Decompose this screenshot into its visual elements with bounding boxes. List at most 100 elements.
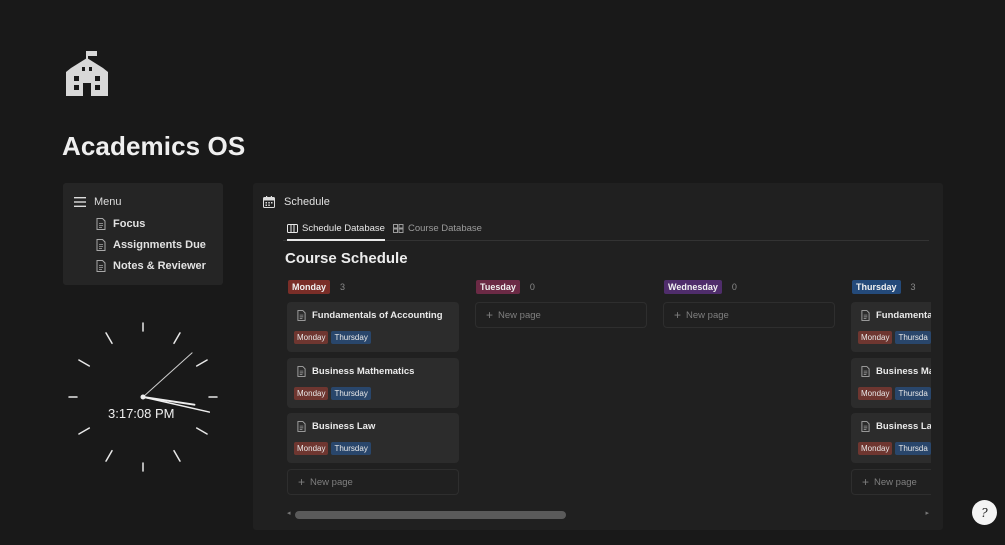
scroll-left-arrow-icon[interactable]: ◂ [287, 509, 291, 517]
column-header: Tuesday 0 [476, 279, 647, 294]
calendar-icon [263, 196, 275, 208]
new-page-label: New page [310, 476, 353, 488]
schedule-title: Schedule [284, 196, 330, 208]
menu-item-label: Assignments Due [113, 239, 206, 251]
clock-tick [78, 427, 91, 435]
new-page-button[interactable]: + New page [475, 302, 647, 328]
card-title: Business Mat [876, 366, 931, 377]
tab-schedule-database[interactable]: Schedule Database [287, 223, 385, 241]
document-icon [297, 366, 306, 377]
card-title: Business Mathematics [312, 366, 415, 377]
new-page-button[interactable]: + New page [663, 302, 835, 328]
schedule-callout: Schedule Schedule Database Course Databa… [253, 183, 943, 530]
new-page-label: New page [686, 309, 729, 321]
column-count: 0 [529, 281, 535, 292]
card-tag-monday: Monday [858, 387, 893, 400]
menu-icon [74, 197, 86, 207]
card-tag-monday: Monday [858, 331, 893, 344]
card-tag-thursday: Thursday [331, 387, 371, 400]
document-icon [297, 421, 306, 432]
board: Monday 3 Fundamentals of Accounting Mond… [285, 279, 931, 499]
menu-item-focus[interactable]: Focus [96, 218, 145, 230]
column-tag[interactable]: Wednesday [664, 279, 722, 294]
board-column-tuesday: Tuesday 0 + New page [473, 279, 647, 328]
plus-icon: + [862, 475, 870, 489]
clock-second-hand [142, 352, 193, 398]
new-page-label: New page [874, 476, 917, 488]
gallery-icon [393, 224, 404, 233]
menu-header: Menu [74, 196, 122, 208]
card-tag-thursday: Thursda [895, 387, 931, 400]
column-count: 0 [731, 281, 737, 292]
document-icon [861, 310, 870, 321]
page-title: Academics OS [62, 131, 246, 161]
clock-tick [195, 427, 208, 435]
card-tag-thursday: Thursday [331, 331, 371, 344]
plus-icon: + [486, 308, 494, 322]
board-column-wednesday: Wednesday 0 + New page [661, 279, 835, 328]
card-tag-thursday: Thursda [895, 442, 931, 455]
document-icon [96, 239, 106, 251]
column-header: Thursday 3 [852, 279, 931, 294]
schedule-header: Schedule [263, 196, 330, 208]
new-page-button[interactable]: + New page [851, 469, 931, 495]
menu-title: Menu [94, 196, 122, 208]
board-icon [287, 224, 298, 233]
analog-clock [68, 322, 218, 472]
column-tag[interactable]: Thursday [852, 279, 901, 294]
board-card[interactable]: Business Law Monday Thursday [287, 413, 459, 463]
clock-tick [173, 449, 181, 462]
card-tag-thursday: Thursday [331, 442, 371, 455]
card-title: Business Law [876, 421, 931, 432]
clock-time: 3:17:08 PM [108, 406, 175, 421]
column-header: Monday 3 [288, 279, 459, 294]
new-page-label: New page [498, 309, 541, 321]
document-icon [96, 260, 106, 272]
scroll-right-arrow-icon[interactable]: ▸ [925, 509, 929, 517]
card-tag-monday: Monday [294, 442, 329, 455]
card-tag-monday: Monday [294, 331, 329, 344]
board-card[interactable]: Business Mat MondayThursda [851, 358, 931, 408]
clock-tick [78, 359, 91, 367]
clock-tick [195, 359, 208, 367]
board-card[interactable]: Fundamental Monday Thursda [851, 302, 931, 352]
help-icon: ? [981, 505, 988, 520]
menu-item-label: Focus [113, 218, 146, 230]
board-card[interactable]: Fundamentals of Accounting Monday Thursda… [287, 302, 459, 352]
board-card[interactable]: Business Law MondayThursda [851, 413, 931, 463]
column-tag[interactable]: Tuesday [476, 279, 520, 294]
menu-item-assignments-due[interactable]: Assignments Due [96, 239, 206, 251]
tab-label: Schedule Database [302, 223, 385, 234]
horizontal-scrollbar[interactable]: ◂ ▸ [287, 510, 929, 520]
school-building-icon [66, 51, 108, 96]
document-icon [861, 366, 870, 377]
clock-tick [105, 332, 113, 345]
board-column-monday: Monday 3 Fundamentals of Accounting Mond… [285, 279, 459, 495]
column-tag[interactable]: Monday [288, 279, 331, 294]
board-card[interactable]: Business Mathematics Monday Thursday [287, 358, 459, 408]
tab-course-database[interactable]: Course Database [393, 223, 482, 234]
card-title: Fundamental [876, 310, 931, 321]
scrollbar-thumb[interactable] [295, 511, 566, 519]
card-title: Fundamentals of Accounting [312, 310, 443, 321]
menu-callout: Menu Focus Assignments Due Notes & Revie… [63, 183, 223, 285]
tab-label: Course Database [408, 223, 482, 234]
document-icon [861, 421, 870, 432]
column-count: 3 [340, 281, 346, 292]
view-title: Course Schedule [285, 250, 408, 267]
card-tag-monday: Monday [858, 442, 893, 455]
menu-item-notes-reviewer[interactable]: Notes & Reviewer [96, 260, 206, 272]
help-button[interactable]: ? [972, 500, 997, 525]
clock-tick [173, 332, 181, 345]
plus-icon: + [298, 475, 306, 489]
plus-icon: + [674, 308, 682, 322]
document-icon [96, 218, 106, 230]
menu-item-label: Notes & Reviewer [113, 260, 206, 272]
column-header: Wednesday 0 [664, 279, 835, 294]
new-page-button[interactable]: + New page [287, 469, 459, 495]
card-tag-monday: Monday [294, 387, 329, 400]
clock-tick [105, 449, 113, 462]
document-icon [297, 310, 306, 321]
board-column-thursday: Thursday 3 Fundamental Monday Thursda Bus… [849, 279, 931, 495]
column-count: 3 [910, 281, 916, 292]
